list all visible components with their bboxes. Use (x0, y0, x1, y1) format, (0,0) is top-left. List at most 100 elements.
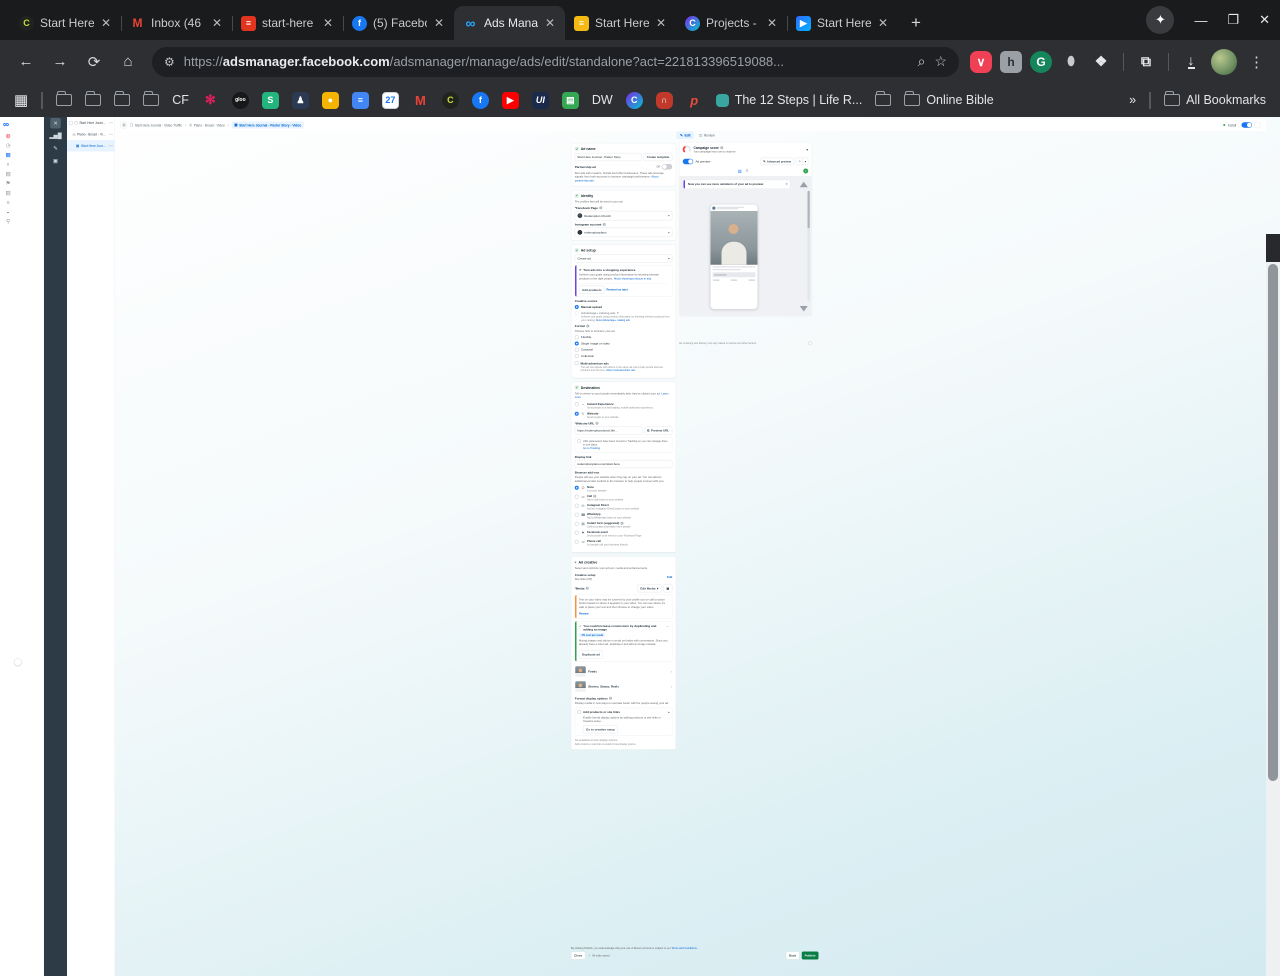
radio-selected[interactable] (575, 412, 579, 416)
bookmark-folder-icon[interactable] (114, 94, 130, 106)
bookmark-star-icon[interactable]: ☆ (934, 53, 947, 70)
row-more-icon[interactable]: ⋯ (109, 132, 113, 136)
header-toggle[interactable] (1242, 122, 1253, 128)
info-icon[interactable]: i (620, 522, 623, 525)
close-button[interactable]: ✕ (1259, 12, 1270, 28)
pocket-extension-icon[interactable]: ∨ (970, 51, 992, 73)
radio[interactable] (575, 522, 579, 526)
arch-icon[interactable]: ∩ (656, 92, 673, 109)
menu-kebab-icon[interactable]: ⋮ (1243, 53, 1270, 71)
radio[interactable] (575, 495, 579, 499)
advantage-catalog-option[interactable]: Advantage+ catalog ads ✦ Achieve your go… (575, 311, 673, 322)
addon-call-option[interactable]: ☏ Call i Add a call button to your websi… (575, 495, 673, 502)
scroll-up-icon[interactable] (800, 182, 808, 188)
radio[interactable] (575, 540, 579, 544)
media-icon[interactable]: ▥ (0, 188, 16, 198)
ui-icon[interactable]: UI (532, 92, 549, 109)
review-mode-button[interactable]: ◫ Review (699, 133, 714, 137)
tree-row-adset[interactable]: ◎ Plano - Broad - Video ⋯ (67, 129, 115, 141)
tab-close-icon[interactable]: ✕ (766, 16, 778, 30)
close-button[interactable]: Close (571, 952, 585, 960)
p-icon[interactable]: p (686, 92, 703, 109)
tab-start-here-1[interactable]: C Start Here ✕ (10, 6, 121, 40)
settings-rail-icon[interactable]: ⚲ (0, 217, 16, 227)
chevron-up-icon[interactable]: ▴ (668, 710, 669, 713)
bookmarks-overflow-chevron[interactable]: » (1129, 93, 1136, 107)
canva-icon[interactable]: C (626, 92, 643, 109)
info-icon[interactable]: i (720, 146, 723, 149)
address-bar[interactable]: ⚙ https://adsmanager.facebook.com/adsman… (152, 47, 959, 77)
docs-icon[interactable]: ≡ (352, 92, 369, 109)
tab-start-here-3[interactable]: ▶ Start Here ✕ (787, 6, 898, 40)
radio[interactable] (575, 513, 579, 517)
grid-dots-icon[interactable]: ⠿ (745, 169, 748, 174)
info-icon[interactable]: i (586, 325, 589, 328)
forward-icon[interactable]: → (44, 46, 76, 78)
facebook-icon[interactable]: f (472, 92, 489, 109)
meta-logo-icon[interactable]: ∞ (0, 117, 44, 131)
tree-row-ad-selected[interactable]: ▦ Start Here Journal - Pastor Story... ⋯ (67, 140, 115, 152)
bookmark-folder-icon[interactable] (875, 94, 891, 106)
ad-name-input[interactable]: Start Here Journal - Pastor Story (575, 153, 642, 161)
tree-row-campaign[interactable]: ▢ Start Here Journal - Video Traffic ⋯ (67, 117, 115, 129)
addon-whatsapp-option[interactable]: ☎ WhatsApp Add a WhatsApp button to your… (575, 513, 673, 520)
profile-avatar[interactable] (1211, 49, 1237, 75)
install-label[interactable]: Install (1228, 123, 1236, 127)
reports-icon[interactable]: ▤ (0, 169, 16, 179)
remind-later-button[interactable]: Remind me later (607, 288, 628, 291)
review-warning-link[interactable]: Review (579, 612, 588, 615)
tab-start-here-2[interactable]: ≡ Start Here ✕ (565, 6, 676, 40)
website-url-input[interactable]: https://redemptionchurch.life... (575, 427, 643, 435)
bookmark-cf[interactable]: CF (172, 93, 189, 107)
chevron-down-icon[interactable]: ▾ (802, 158, 808, 165)
tab-ads-manager-active[interactable]: ∞ Ads Mana ✕ (454, 6, 565, 40)
notifications-icon[interactable]: ◍ (0, 131, 16, 141)
breadcrumb-adset[interactable]: ◎ Plano - Broad - Video (189, 123, 225, 127)
collapse-panel-icon[interactable]: ▥ (121, 122, 128, 129)
addon-facebook-event-option[interactable]: ⚑ Facebook event Send people to an event… (575, 531, 673, 538)
go-to-tracking-link[interactable]: Go to Tracking (583, 447, 600, 450)
multi-advertiser-option[interactable]: Multi-advertiser ads Your ad can appear … (575, 361, 673, 372)
tab-pdf[interactable]: ≡ start-here ✕ (232, 6, 343, 40)
duplicate-ad-button[interactable]: Duplicate ad (579, 650, 603, 658)
tab-close-icon[interactable]: ✕ (544, 16, 556, 30)
format-collection-option[interactable]: Collection (575, 354, 673, 358)
publish-button[interactable]: Publish (802, 952, 819, 960)
multi-advertiser-link[interactable]: About multi-advertiser ads (606, 369, 635, 372)
campaign-score-header[interactable]: Campaign score i Your campaign has room … (679, 142, 812, 157)
chevron-down-icon[interactable]: ▾ (806, 147, 808, 152)
bookmark-folder-icon[interactable] (85, 94, 101, 106)
header-square-button[interactable] (1255, 122, 1261, 128)
info-icon[interactable]: i (586, 587, 589, 590)
addon-instant-form-option[interactable]: ▤ Instant form (suggested) i Collect con… (575, 522, 673, 529)
panel-resize-handle[interactable] (14, 659, 22, 667)
bookmark-dw[interactable]: DW (592, 93, 613, 107)
row-more-icon[interactable]: ⋯ (109, 121, 113, 125)
scroll-down-icon[interactable] (800, 306, 808, 312)
edit-mode-button[interactable]: ✎ Edit (677, 132, 695, 140)
microphone-icon[interactable]: ⬮ (1060, 51, 1082, 73)
shopping-link[interactable]: About showing products in ads. (614, 277, 652, 280)
tab-facebook[interactable]: f (5) Facebo ✕ (343, 6, 454, 40)
radio[interactable] (575, 348, 579, 352)
edit-pencil-icon[interactable]: ✎ (44, 142, 67, 155)
creative-setup-edit-link[interactable]: Edit (667, 575, 672, 578)
format-single-option[interactable]: Single image or video (575, 341, 673, 345)
advantage-link[interactable]: About Advantage+ catalog ads (596, 319, 630, 322)
extensions-puzzle-icon[interactable]: ❖ (1090, 51, 1112, 73)
preview-scrollbar[interactable] (808, 191, 810, 301)
info-icon[interactable]: i (596, 422, 599, 425)
menu-icon[interactable]: ≡ (0, 198, 16, 208)
campaigns-icon[interactable]: ▦ (0, 150, 16, 160)
apps-grid-icon[interactable]: ▦ (14, 91, 28, 109)
grammarly-icon[interactable]: G (1030, 51, 1052, 73)
instant-experience-option[interactable]: ⌁ Instant Experience Send people to a fa… (575, 402, 673, 409)
tab-close-icon[interactable]: ✕ (877, 16, 889, 30)
bookmark-12-steps[interactable]: The 12 Steps | Life R... (716, 93, 863, 107)
radio-disabled[interactable] (575, 311, 579, 315)
downloads-icon[interactable]: ↓ (1188, 54, 1195, 69)
radio[interactable] (575, 531, 579, 535)
terms-link[interactable]: Terms and Conditions. (671, 947, 697, 950)
add-products-button[interactable]: Add products (579, 286, 605, 294)
campaign-checkbox[interactable] (69, 121, 73, 125)
